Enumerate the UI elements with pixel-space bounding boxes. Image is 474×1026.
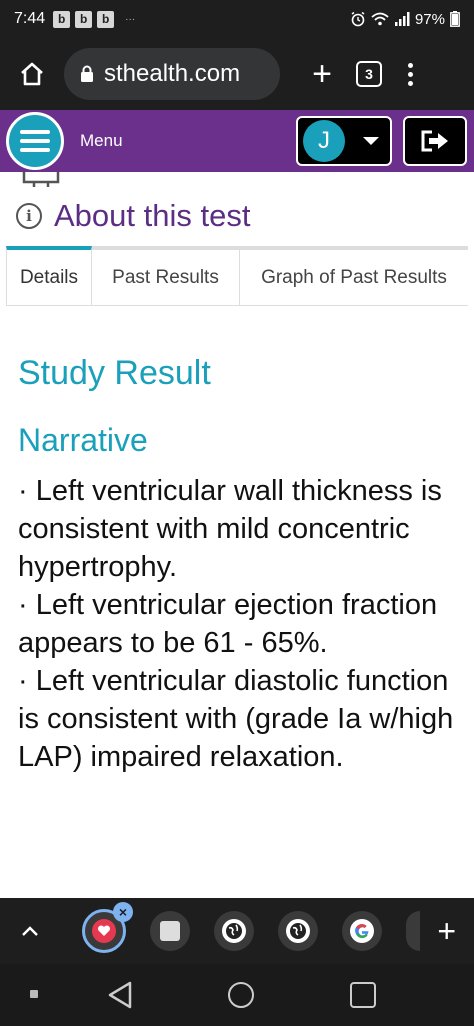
test-tube-icon <box>22 172 60 187</box>
user-menu-button[interactable]: J <box>296 116 392 166</box>
recent-apps-icon[interactable] <box>350 982 376 1008</box>
hamburger-menu-icon[interactable] <box>6 112 64 170</box>
result-tabs: Details Past Results Graph of Past Resul… <box>6 246 468 306</box>
globe-icon <box>286 919 310 943</box>
more-options-icon[interactable] <box>408 62 413 86</box>
tab-thumbnail-partial[interactable] <box>406 911 420 951</box>
health-favicon-icon <box>92 919 116 943</box>
url-text: sthealth.com <box>104 60 241 87</box>
back-icon[interactable] <box>106 980 134 1010</box>
tab-thumbnail-current[interactable]: × <box>82 902 133 953</box>
address-bar[interactable]: sthealth.com <box>64 48 280 100</box>
home-icon <box>21 62 43 86</box>
home-circle-icon[interactable] <box>228 982 254 1008</box>
tab-strip: × + <box>0 898 474 964</box>
expand-tabs-button[interactable] <box>0 925 60 937</box>
signal-icon <box>394 12 410 26</box>
notification-icon: b <box>97 10 115 28</box>
browser-toolbar: sthealth.com + 3 <box>0 38 474 110</box>
narrative-text: · Left ventricular wall thickness is con… <box>18 472 458 776</box>
close-tab-icon[interactable]: × <box>113 902 133 922</box>
tab-switcher-button[interactable]: 3 <box>356 61 382 87</box>
more-notifications-icon: ··· <box>125 13 136 25</box>
alarm-icon <box>351 11 365 27</box>
narrative-heading: Narrative <box>18 422 148 458</box>
google-icon <box>350 919 374 943</box>
tabs-divider <box>92 305 468 306</box>
tab-details[interactable]: Details <box>6 246 92 306</box>
home-button[interactable] <box>12 54 52 94</box>
narrative-item: · Left ventricular diastolic function is… <box>18 665 454 773</box>
tab-thumbnail[interactable] <box>278 911 318 951</box>
narrative-item: · Left ventricular wall thickness is con… <box>18 475 442 583</box>
site-header: Menu J <box>0 110 474 172</box>
system-nav-bar <box>0 964 474 1026</box>
about-header: i About this test <box>16 198 250 234</box>
main-content: i About this test Details Past Results G… <box>0 172 474 898</box>
notification-icon: b <box>75 10 93 28</box>
tab-graph-past-results[interactable]: Graph of Past Results <box>240 250 468 306</box>
narrative-item: · Left ventricular ejection fraction app… <box>18 589 438 659</box>
notification-icon: b <box>53 10 71 28</box>
logout-icon <box>421 130 448 152</box>
status-bar: 7:44 b b b ··· 97% <box>0 0 474 38</box>
globe-icon <box>222 919 246 943</box>
tab-thumbnail[interactable] <box>214 911 254 951</box>
status-time: 7:44 <box>14 10 46 27</box>
caret-down-icon <box>363 137 379 145</box>
logout-button[interactable] <box>403 116 467 166</box>
study-result-heading: Study Result <box>18 354 211 392</box>
lock-icon <box>80 65 94 83</box>
site-favicon-icon <box>160 921 180 941</box>
info-icon: i <box>16 203 42 229</box>
page-title: About this test <box>54 198 251 233</box>
status-icons: 97% <box>350 11 460 28</box>
battery-level: 97% <box>414 10 445 28</box>
menu-label[interactable]: Menu <box>80 131 123 151</box>
wifi-icon <box>371 12 389 26</box>
nav-dot-icon <box>30 990 38 998</box>
new-tab-button[interactable]: + <box>302 54 342 94</box>
tab-thumbnail[interactable] <box>150 911 190 951</box>
tab-thumbnail[interactable] <box>342 911 382 951</box>
tab-past-results[interactable]: Past Results <box>92 250 240 306</box>
add-tab-button[interactable]: + <box>437 913 456 950</box>
chevron-up-icon <box>22 926 38 936</box>
battery-icon <box>450 11 460 27</box>
avatar: J <box>303 120 345 162</box>
